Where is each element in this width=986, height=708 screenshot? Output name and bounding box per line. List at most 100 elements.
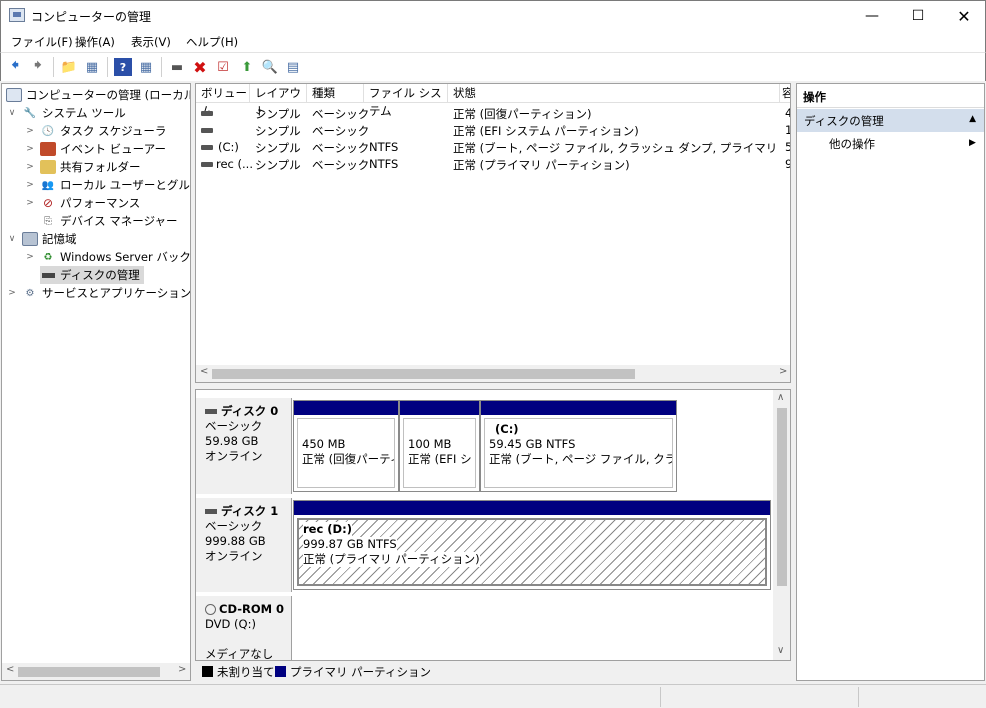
menu-action[interactable]: 操作(A): [75, 34, 115, 50]
table-row[interactable]: rec (... シンプル ベーシック NTFS 正常 (プライマリ パーティシ…: [196, 156, 790, 173]
navigation-tree: コンピューターの管理 (ローカル) ∨ 🔧 システム ツール > 🕓 タスク ス…: [1, 83, 191, 681]
cdrom0-info[interactable]: CD-ROM 0 DVD (Q:) メディアなし: [196, 596, 292, 666]
column-header-layout[interactable]: レイアウト: [250, 84, 307, 118]
up-folder-icon[interactable]: 📁: [60, 58, 78, 76]
forward-arrow-icon[interactable]: 🠺: [29, 55, 47, 76]
tree-item-windows-backup[interactable]: > ♻ Windows Server バックア: [24, 248, 191, 266]
tree-horizontal-scrollbar[interactable]: < >: [2, 663, 190, 680]
graph-vertical-scrollbar[interactable]: ∧ ∨: [773, 390, 790, 661]
import-icon[interactable]: ⬆: [238, 58, 256, 76]
partition-size: 999.87 GB NTFS: [303, 537, 397, 552]
cell-type: ベーシック: [312, 141, 370, 155]
table-row[interactable]: シンプル ベーシック 正常 (回復パーティション) 4: [196, 105, 790, 122]
scroll-left-icon[interactable]: <: [200, 366, 208, 377]
scroll-up-icon[interactable]: ∧: [777, 392, 784, 403]
scroll-right-icon[interactable]: >: [779, 366, 787, 377]
menu-help[interactable]: ヘルプ(H): [186, 34, 238, 50]
disk-name: ディスク 1: [221, 504, 279, 518]
tree-item-disk-management[interactable]: ディスクの管理: [40, 266, 144, 284]
maximize-button[interactable]: ☐: [895, 1, 941, 31]
scrollbar-thumb[interactable]: [777, 408, 787, 586]
column-header-filesystem[interactable]: ファイル システム: [364, 84, 448, 118]
tree-item-system-tools[interactable]: ∨ 🔧 システム ツール: [6, 104, 126, 122]
menu-view[interactable]: 表示(V): [131, 34, 171, 50]
tree-root[interactable]: コンピューターの管理 (ローカル): [6, 86, 190, 104]
search-folder-icon[interactable]: 🔍: [261, 58, 279, 76]
more-actions-item[interactable]: 他の操作: [829, 136, 875, 152]
disk-size: 59.98 GB: [205, 434, 259, 448]
collapse-up-icon[interactable]: ▲: [969, 114, 976, 124]
chevron-right-icon[interactable]: >: [24, 252, 36, 262]
tree-item-local-users[interactable]: > 👥 ローカル ユーザーとグループ: [24, 176, 190, 194]
column-header-status[interactable]: 状態: [448, 84, 780, 103]
column-header-volume[interactable]: ボリューム: [196, 84, 250, 118]
scroll-left-icon[interactable]: <: [6, 664, 14, 675]
back-arrow-icon[interactable]: 🠸: [6, 55, 24, 76]
close-button[interactable]: ✕: [941, 1, 986, 31]
tree-item-task-scheduler[interactable]: > 🕓 タスク スケジューラ: [24, 122, 166, 140]
chevron-right-icon[interactable]: >: [24, 144, 36, 154]
scrollbar-thumb[interactable]: [212, 369, 635, 379]
tree-item-label: Windows Server バックア: [60, 250, 191, 264]
window-title: コンピューターの管理: [31, 10, 152, 24]
cell-type: ベーシック: [312, 158, 370, 172]
tree-item-label: タスク スケジューラ: [60, 124, 167, 138]
check-icon[interactable]: ☑: [214, 58, 232, 76]
submenu-arrow-icon[interactable]: ▶: [969, 138, 976, 148]
chevron-down-icon[interactable]: ∨: [6, 108, 18, 118]
chevron-right-icon[interactable]: >: [24, 180, 36, 190]
services-icon: ⚙: [25, 287, 35, 299]
tree-item-event-viewer[interactable]: > イベント ビューアー: [24, 140, 166, 158]
column-header-capacity[interactable]: 容: [780, 84, 790, 103]
scrollbar-thumb[interactable]: [18, 667, 160, 677]
tree-item-label: イベント ビューアー: [60, 142, 167, 156]
tree-item-label: デバイス マネージャー: [60, 214, 178, 228]
partition-d[interactable]: rec (D:) 999.87 GB NTFS 正常 (プライマリ パーティショ…: [293, 500, 771, 590]
partition-c[interactable]: (C:) 59.45 GB NTFS 正常 (ブート, ページ ファイル, クラ…: [480, 400, 677, 492]
disk-graphical-view: ディスク 0 ベーシック 59.98 GB オンライン 450 MB 正常 (回…: [195, 389, 791, 682]
actions-section-disk-management[interactable]: ディスクの管理 ▲: [797, 109, 984, 132]
scroll-right-icon[interactable]: >: [178, 664, 186, 675]
chevron-right-icon[interactable]: >: [6, 288, 18, 298]
primary-partition-bar: [294, 401, 398, 415]
actions-pane: 操作 ディスクの管理 ▲ 他の操作 ▶: [796, 83, 985, 681]
table-row[interactable]: シンプル ベーシック 正常 (EFI システム パーティション) 1: [196, 122, 790, 139]
connect-drive-icon[interactable]: ▬: [168, 58, 186, 76]
cell-status: 正常 (EFI システム パーティション): [453, 124, 639, 138]
chevron-right-icon[interactable]: >: [24, 126, 36, 136]
partition-efi[interactable]: 100 MB 正常 (EFI シ: [399, 400, 480, 492]
chevron-right-icon[interactable]: >: [24, 198, 36, 208]
tree-item-device-manager[interactable]: ⎘ デバイス マネージャー: [40, 212, 178, 230]
list-view-icon[interactable]: ▤: [284, 58, 302, 76]
status-divider: [858, 687, 859, 707]
show-hide-tree-icon[interactable]: ▦: [83, 58, 101, 76]
table-row[interactable]: (C:) シンプル ベーシック NTFS 正常 (ブート, ページ ファイル, …: [196, 139, 790, 156]
tree-item-services-apps[interactable]: > ⚙ サービスとアプリケーション: [6, 284, 190, 302]
toolbar-separator: [53, 57, 54, 77]
title-bar: コンピューターの管理 — ☐ ✕: [0, 0, 986, 30]
list-horizontal-scrollbar[interactable]: < >: [196, 365, 790, 382]
scroll-down-icon[interactable]: ∨: [777, 645, 784, 656]
tree-item-label: 共有フォルダー: [60, 160, 141, 174]
partition-status: 正常 (EFI シ: [408, 452, 472, 466]
primary-partition-bar: [400, 401, 479, 415]
tree-item-shared-folders[interactable]: > 共有フォルダー: [24, 158, 141, 176]
properties-pane-icon[interactable]: ▦: [137, 58, 155, 76]
minimize-button[interactable]: —: [849, 1, 895, 31]
tree-item-storage[interactable]: ∨ 記憶域: [6, 230, 77, 248]
tree-item-performance[interactable]: > ⊘ パフォーマンス: [24, 194, 140, 212]
disk0-info[interactable]: ディスク 0 ベーシック 59.98 GB オンライン: [196, 398, 292, 494]
partition-size: 450 MB: [302, 437, 346, 451]
computer-management-icon: [6, 88, 22, 102]
disk-state: オンライン: [205, 549, 263, 563]
disk1-info[interactable]: ディスク 1 ベーシック 999.88 GB オンライン: [196, 498, 292, 592]
delete-icon[interactable]: ✖: [191, 58, 209, 77]
cdrom-icon: [205, 604, 216, 615]
chevron-down-icon[interactable]: ∨: [6, 234, 18, 244]
menu-file[interactable]: ファイル(F): [11, 34, 73, 50]
partition-recovery[interactable]: 450 MB 正常 (回復パーティ: [293, 400, 399, 492]
toolbar: 🠸 🠺 📁 ▦ ? ▦ ▬ ✖ ☑ ⬆ 🔍 ▤: [0, 52, 986, 81]
column-header-type[interactable]: 種類: [307, 84, 364, 103]
chevron-right-icon[interactable]: >: [24, 162, 36, 172]
help-icon[interactable]: ?: [114, 58, 132, 76]
